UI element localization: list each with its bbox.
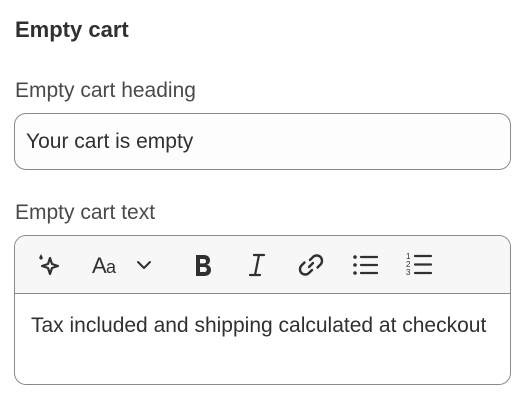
editor-content[interactable]: Tax included and shipping calculated at … bbox=[31, 310, 494, 341]
bulleted-list-icon bbox=[353, 255, 379, 275]
text-style-dropdown-button[interactable] bbox=[131, 247, 157, 283]
editor-toolbar: A a 1 2 3 bbox=[15, 236, 510, 294]
empty-cart-text-label: Empty cart text bbox=[15, 201, 156, 224]
text-style-button[interactable]: A a bbox=[86, 247, 128, 283]
svg-text:A: A bbox=[92, 253, 107, 278]
svg-text:3: 3 bbox=[406, 268, 411, 277]
chevron-down-icon bbox=[137, 261, 151, 269]
font-style-icon: A a bbox=[92, 253, 117, 278]
section-title: Empty cart bbox=[15, 17, 129, 42]
empty-cart-heading-label: Empty cart heading bbox=[15, 79, 196, 102]
link-icon bbox=[298, 254, 324, 276]
bulleted-list-button[interactable] bbox=[347, 247, 383, 283]
italic-icon bbox=[248, 253, 266, 277]
empty-cart-settings-panel: Empty cart Empty cart heading Empty cart… bbox=[0, 0, 520, 400]
svg-text:a: a bbox=[106, 257, 117, 277]
numbered-list-button[interactable]: 1 2 3 bbox=[401, 247, 437, 283]
bold-button[interactable] bbox=[185, 247, 221, 283]
bold-icon bbox=[196, 255, 211, 276]
magic-sparkle-button[interactable] bbox=[30, 247, 66, 283]
numbered-list-icon: 1 2 3 bbox=[406, 252, 433, 277]
magic-sparkle-icon bbox=[39, 254, 60, 276]
link-button[interactable] bbox=[293, 247, 329, 283]
empty-cart-text-editor[interactable]: A a 1 2 3 Tax included and shipping calc… bbox=[14, 235, 511, 385]
empty-cart-heading-input[interactable] bbox=[14, 113, 511, 170]
italic-button[interactable] bbox=[239, 247, 275, 283]
